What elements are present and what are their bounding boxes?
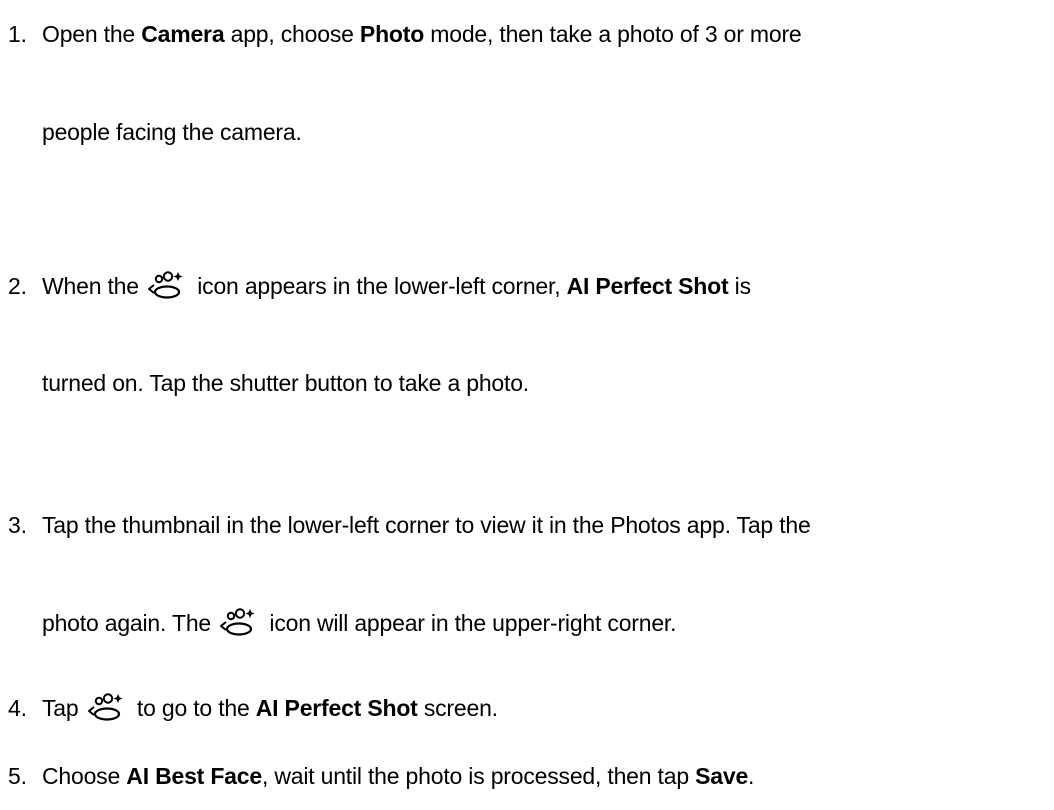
step-5-line-1: 5. Choose AI Best Face, wait until the ph… [0,761,754,791]
ai-perfect-shot-icon [145,270,185,300]
step-number: 1. [8,21,27,47]
step-3-line-1: 3. Tap the thumbnail in the lower-left co… [0,510,811,540]
step-text: screen. [417,695,498,721]
bold-term: Photo [359,21,425,47]
step-2-line-1: 2. When the icon appears in the lower-lef… [0,270,751,300]
step-text: . [748,763,755,789]
step-text: photo again. The [42,610,218,636]
step-text: When the [42,273,146,299]
step-number: 2. [8,273,27,299]
bold-term: AI Perfect Shot [566,273,729,299]
step-4-line-1: 4. Tap to go to the AI Perfect Shot scree… [0,692,498,722]
step-text: Tap [42,695,85,721]
step-text: icon will appear in the upper-right corn… [263,610,677,636]
bold-term: Camera [141,21,225,47]
step-text: Tap the thumbnail in the lower-left corn… [42,512,811,538]
bold-term: AI Perfect Shot [255,695,418,721]
step-text: Choose [42,763,127,789]
ai-perfect-shot-icon [217,607,257,637]
step-text: app, choose [224,21,360,47]
step-number: 5. [8,763,27,789]
step-text: icon appears in the lower-left corner, [191,273,567,299]
step-text: turned on. Tap the shutter button to tak… [42,370,529,396]
step-2-line-2: turned on. Tap the shutter button to tak… [0,368,529,398]
ai-perfect-shot-icon [85,692,125,722]
step-number: 4. [8,695,27,721]
step-text: people facing the camera. [42,119,302,145]
bold-term: AI Best Face [126,763,262,789]
step-text: Open the [42,21,142,47]
step-text: is [728,273,751,299]
step-text: to go to the [130,695,256,721]
instruction-steps: 1. Open the Camera app, choose Photo mode… [0,0,1054,810]
step-3-line-2: photo again. The icon will appear in the… [0,607,677,637]
step-1-line-2: people facing the camera. [0,117,302,147]
step-text: mode, then take a photo of 3 or more [424,21,802,47]
step-number: 3. [8,512,27,538]
step-text: , wait until the photo is processed, the… [261,763,696,789]
step-1-line-1: 1. Open the Camera app, choose Photo mode… [0,19,802,49]
bold-term: Save [695,763,749,789]
